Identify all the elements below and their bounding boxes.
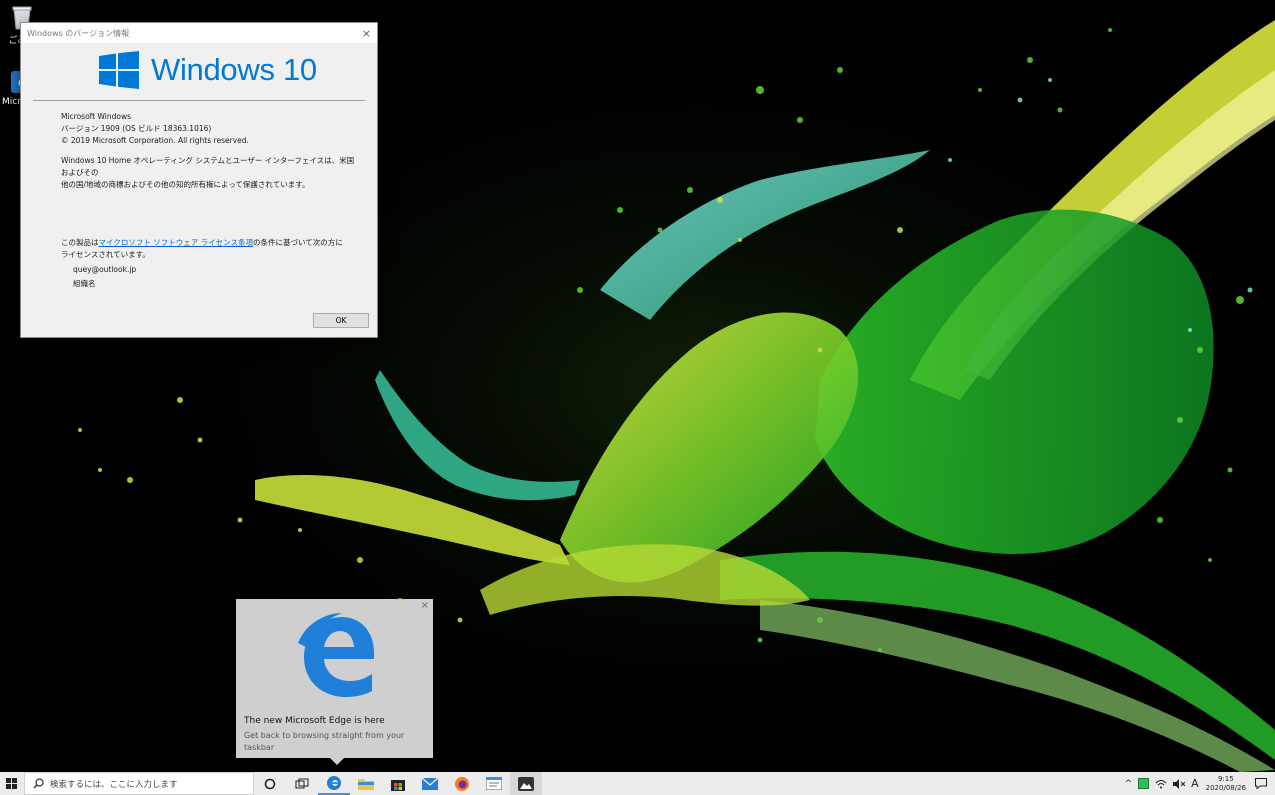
store-icon xyxy=(391,779,405,791)
taskbar-edge-button[interactable] xyxy=(318,772,350,795)
system-tray: ^ A 9:15 2020/08/26 xyxy=(1122,772,1275,795)
trademark-text-2: 他の国/地域の商標およびその他の知的所有権によって保護されています。 xyxy=(61,180,310,189)
trademark-text-1: Windows 10 Home オペレーティング システムとユーザー インターフ… xyxy=(61,156,355,177)
firefox-icon xyxy=(455,776,469,791)
license-terms-link[interactable]: マイクロソフト ソフトウェア ライセンス条項 xyxy=(99,238,253,247)
search-placeholder: 検索するには、ここに入力します xyxy=(50,779,178,790)
close-icon[interactable]: × xyxy=(421,600,429,611)
file-explorer-button[interactable] xyxy=(350,772,382,795)
edge-promo-toast[interactable]: × The new Microsoft Edge is here Get bac… xyxy=(236,599,433,758)
wifi-icon[interactable] xyxy=(1155,779,1167,789)
taskbar: 検索するには、ここに入力します ^ A 9:15 2020/08/26 xyxy=(0,772,1275,795)
toast-pointer xyxy=(330,758,344,765)
photos-icon xyxy=(518,776,534,791)
clock-date: 2020/08/26 xyxy=(1205,783,1246,792)
version-text: バージョン 1909 (OS ビルド 18363.1016) xyxy=(61,124,212,133)
action-center-icon[interactable] xyxy=(1255,778,1267,789)
toast-subtext: Get back to browsing straight from your … xyxy=(244,731,405,752)
dialog-titlebar[interactable]: Windows のバージョン情報 × xyxy=(21,23,377,43)
close-icon[interactable]: × xyxy=(362,27,371,40)
desktop: ごみ箱 e Microsoft Edge Windows のバージョン情報 × … xyxy=(0,0,1275,772)
start-button[interactable] xyxy=(0,772,22,795)
volume-muted-icon[interactable] xyxy=(1173,778,1186,789)
about-windows-dialog: Windows のバージョン情報 × Windows 10 Microsoft … xyxy=(20,22,378,338)
license-line-2: ライセンスされています。 xyxy=(61,250,150,259)
search-icon xyxy=(33,778,44,789)
taskbar-clock[interactable]: 9:15 2020/08/26 xyxy=(1206,775,1246,793)
divider xyxy=(33,100,365,101)
edge-logo-icon xyxy=(298,613,374,697)
mail-button[interactable] xyxy=(414,772,446,795)
windows-logo: Windows 10 xyxy=(99,51,317,89)
task-view-button[interactable] xyxy=(286,772,318,795)
windows-start-icon xyxy=(5,778,17,789)
photos-button[interactable] xyxy=(510,772,542,795)
license-suffix: の条件に基づいて次の方に xyxy=(252,238,343,247)
user-email: quey@outlook.jp xyxy=(73,265,137,274)
organization-name: 組織名 xyxy=(73,279,96,288)
windows-10-wordmark: Windows 10 xyxy=(151,52,317,87)
edge-icon xyxy=(327,775,341,790)
store-button[interactable] xyxy=(382,772,414,795)
about-info: Microsoft Windows バージョン 1909 (OS ビルド 183… xyxy=(61,111,357,199)
cortana-icon xyxy=(264,778,276,789)
product-name: Microsoft Windows xyxy=(61,112,131,121)
notepad-button[interactable] xyxy=(478,772,510,795)
file-explorer-icon xyxy=(358,779,374,790)
task-view-icon xyxy=(295,778,309,788)
clock-time: 9:15 xyxy=(1217,774,1234,783)
chevron-up-icon[interactable]: ^ xyxy=(1125,779,1133,789)
windows-flag-icon xyxy=(99,51,139,89)
dialog-title: Windows のバージョン情報 xyxy=(27,28,130,38)
copyright-text: © 2019 Microsoft Corporation. All rights… xyxy=(61,136,249,145)
firefox-button[interactable] xyxy=(446,772,478,795)
notepad-icon xyxy=(486,777,502,790)
ime-indicator[interactable]: A xyxy=(1191,777,1199,790)
license-text: この製品はマイクロソフト ソフトウェア ライセンス条項の条件に基づいて次の方に … xyxy=(61,237,343,261)
ok-button[interactable]: OK xyxy=(313,313,369,328)
tray-app-icon[interactable] xyxy=(1138,778,1150,789)
mail-icon xyxy=(422,777,438,790)
toast-heading: The new Microsoft Edge is here xyxy=(244,716,385,726)
taskbar-search-box[interactable]: 検索するには、ここに入力します xyxy=(24,772,254,795)
licensed-user: quey@outlook.jp 組織名 xyxy=(73,263,136,291)
cortana-button[interactable] xyxy=(254,772,286,795)
license-prefix: この製品は xyxy=(61,238,99,247)
